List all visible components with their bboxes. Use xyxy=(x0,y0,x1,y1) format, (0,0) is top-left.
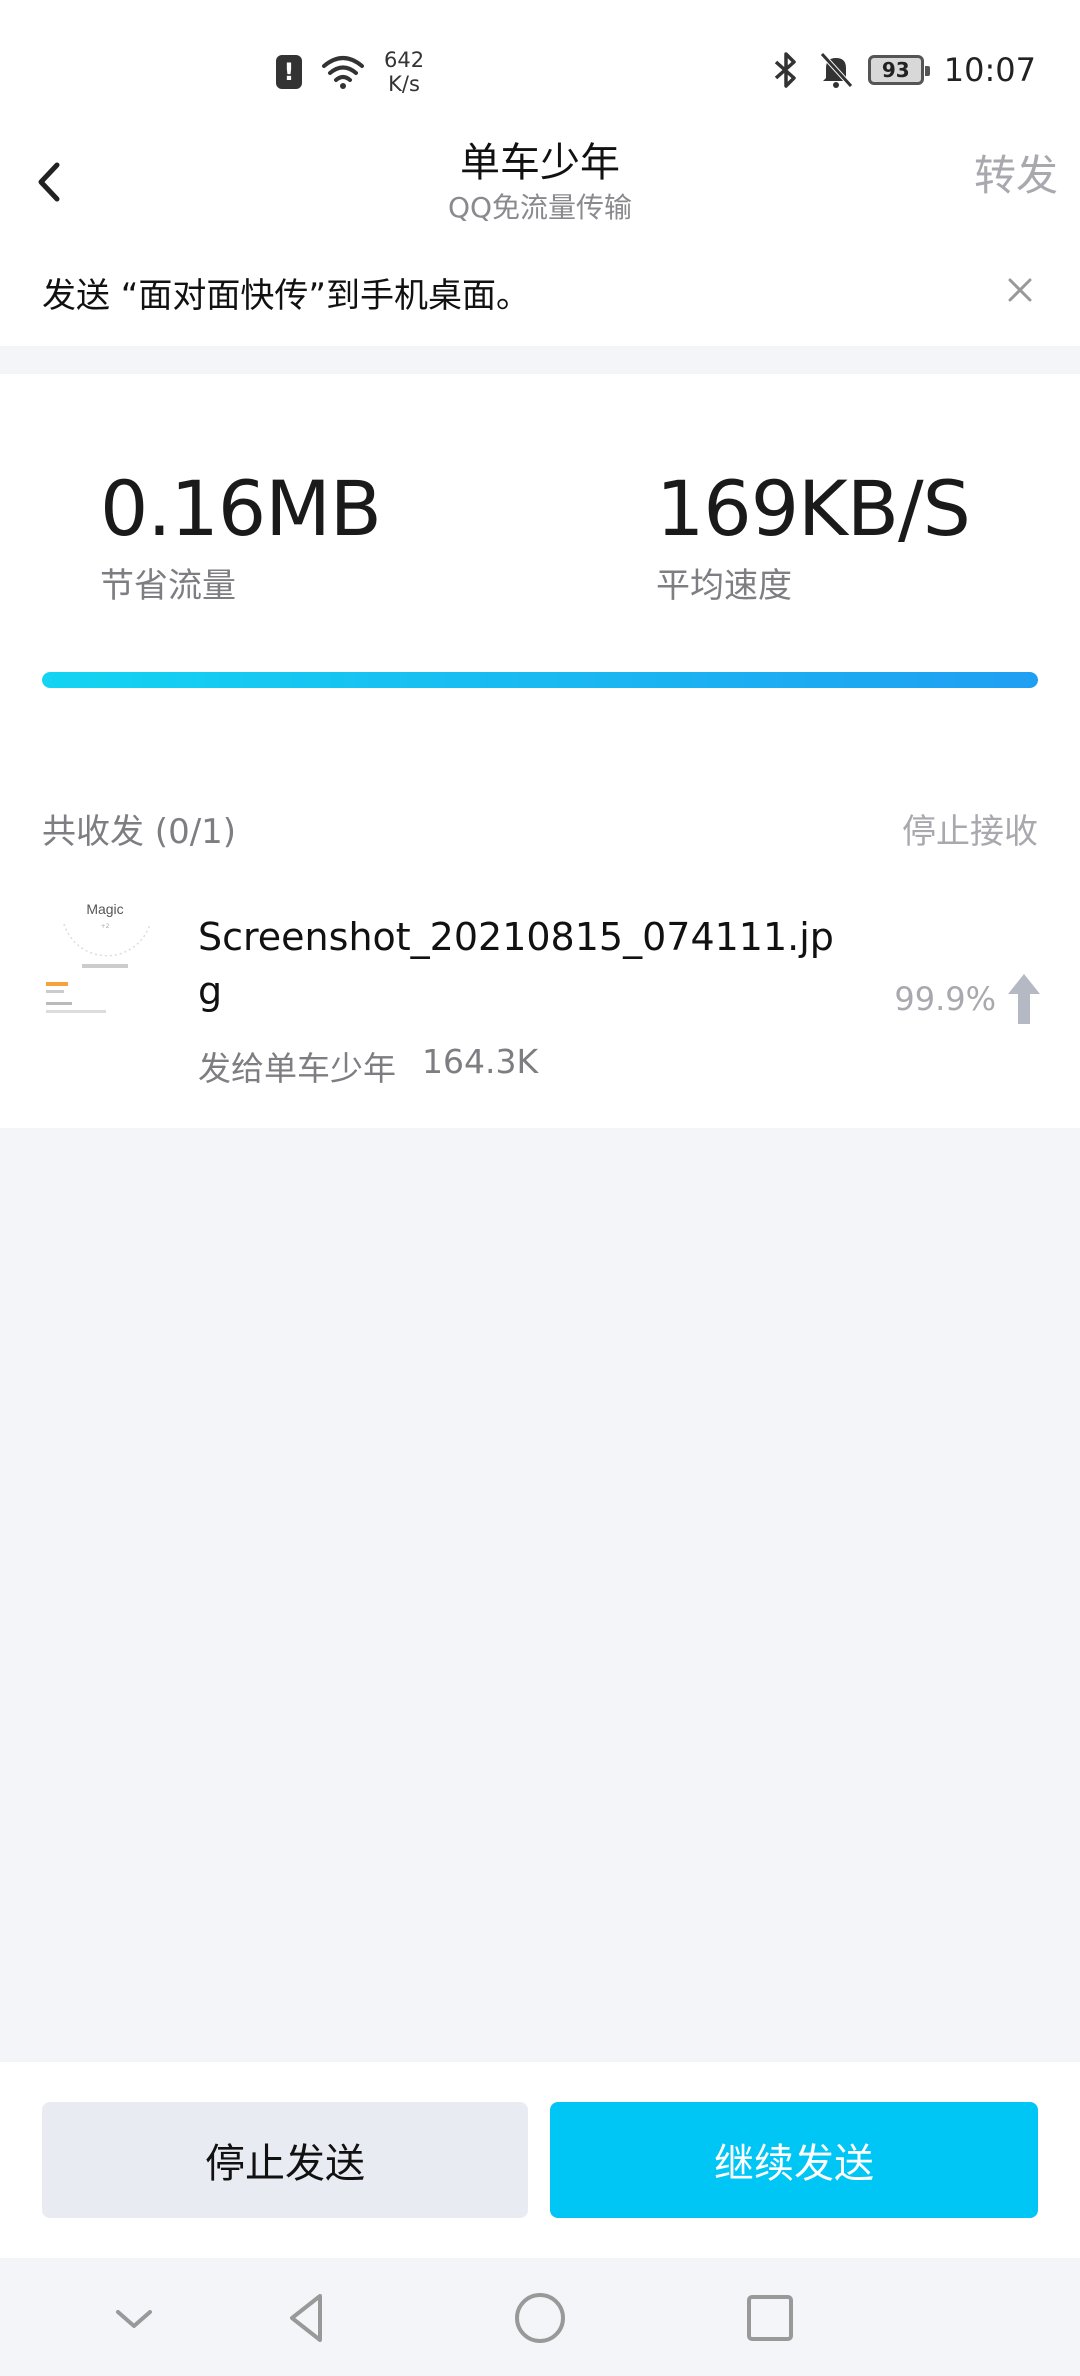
file-name[interactable]: Screenshot_20210815_074111.jpg xyxy=(198,910,858,1018)
network-speed-unit: K/s xyxy=(388,72,420,96)
file-thumbnail[interactable]: Magic +2 xyxy=(42,894,172,1034)
alert-icon: ! xyxy=(276,55,302,89)
battery-icon: 93 xyxy=(867,55,930,85)
system-nav-bar xyxy=(0,2258,1080,2376)
thumbnail-text: Magic xyxy=(86,901,123,917)
tip-text[interactable]: 发送 “面对面快传”到手机桌面。 xyxy=(42,268,530,317)
nav-home-icon[interactable] xyxy=(510,2288,570,2348)
close-icon[interactable] xyxy=(1000,270,1040,310)
stop-receive-button[interactable]: 停止接收 xyxy=(902,804,1038,853)
tip-banner: 发送 “面对面快传”到手机桌面。 xyxy=(0,240,1080,346)
file-recipient: 发给单车少年 xyxy=(198,1049,396,1088)
transfer-list: 共收发 (0/1) 停止接收 Magic +2 Screenshot_20210… xyxy=(0,744,1080,1128)
transfer-count: 共收发 (0/1) xyxy=(42,812,237,852)
average-speed-label: 平均速度 xyxy=(656,566,792,606)
bluetooth-icon xyxy=(774,52,796,88)
upload-arrow-icon xyxy=(1008,974,1040,1024)
average-speed-value: 169KB/S xyxy=(656,464,971,553)
nav-recents-icon[interactable] xyxy=(740,2288,800,2348)
forward-button[interactable]: 转发 xyxy=(974,142,1058,203)
status-left: ! 642 K/s xyxy=(276,48,424,96)
continue-send-button[interactable]: 继续发送 xyxy=(550,2102,1038,2218)
average-speed-stat: 169KB/S 平均速度 xyxy=(656,464,971,607)
page-title: 单车少年 xyxy=(460,140,620,186)
status-bar: ! 642 K/s 93 10:07 xyxy=(0,0,1080,130)
wifi-icon xyxy=(322,56,364,89)
clock: 10:07 xyxy=(943,51,1036,89)
transfer-progress-bar xyxy=(42,672,1038,688)
action-bar: 停止发送 继续发送 xyxy=(0,2062,1080,2258)
thumbnail-image: Magic +2 xyxy=(46,901,151,1013)
transfer-progress-fill xyxy=(42,672,1038,688)
page-subtitle: QQ免流量传输 xyxy=(447,191,633,224)
network-speed: 642 K/s xyxy=(384,48,424,96)
svg-text:+2: +2 xyxy=(101,923,110,930)
file-meta: 发给单车少年 164.3K xyxy=(198,1042,538,1090)
nav-back-icon[interactable] xyxy=(278,2288,338,2348)
network-speed-value: 642 xyxy=(384,48,425,72)
title-bar: 单车少年 QQ免流量传输 转发 xyxy=(0,130,1080,240)
chevron-down-icon[interactable] xyxy=(104,2288,164,2348)
saved-traffic-value: 0.16MB xyxy=(100,464,382,553)
transfer-stats: 0.16MB 节省流量 169KB/S 平均速度 xyxy=(0,374,1080,744)
stop-send-button[interactable]: 停止发送 xyxy=(42,2102,528,2218)
saved-traffic-stat: 0.16MB 节省流量 xyxy=(100,464,382,607)
file-progress-percent: 99.9% xyxy=(894,980,996,1018)
bell-mute-icon xyxy=(819,52,853,88)
file-size: 164.3K xyxy=(422,1042,539,1081)
saved-traffic-label: 节省流量 xyxy=(100,566,236,606)
status-right: 93 10:07 xyxy=(768,50,1036,90)
